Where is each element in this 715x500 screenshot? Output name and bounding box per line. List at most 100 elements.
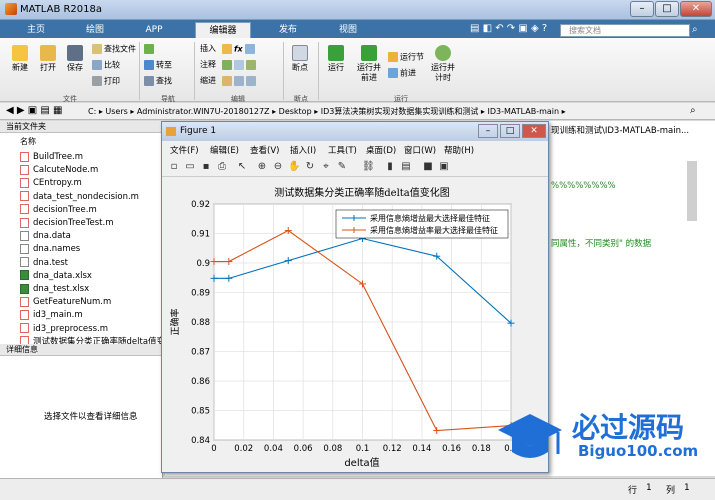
- compare-button[interactable]: 比较: [92, 60, 120, 71]
- insert-section-icon: [222, 44, 232, 54]
- colorbar-icon[interactable]: ▮: [384, 161, 396, 173]
- row-label: 行: [628, 486, 638, 496]
- minimize-button[interactable]: –: [630, 1, 654, 17]
- insert-icon: [245, 44, 256, 54]
- run-section-button[interactable]: 运行节: [388, 52, 424, 63]
- tab-editor[interactable]: 编辑器: [195, 22, 251, 38]
- tab-home[interactable]: 主页: [8, 22, 64, 38]
- nav-buttons[interactable]: ◀ ▶ ▣ ▤ ▦: [6, 105, 62, 116]
- file-list-item[interactable]: data_test_nondecision.m: [20, 191, 139, 203]
- y-axis-label: 正确率: [169, 308, 181, 335]
- save-figure-icon[interactable]: ▪: [200, 161, 212, 173]
- indent-tools-icons[interactable]: [222, 76, 258, 87]
- file-list-item[interactable]: id3_preprocess.m: [20, 323, 108, 335]
- file-name: decisionTree.m: [33, 204, 97, 215]
- menu-edit[interactable]: 编辑(E): [210, 144, 239, 156]
- legend-icon[interactable]: ▤: [400, 161, 412, 173]
- run-and-time-button[interactable]: 运行并 计时: [428, 45, 458, 83]
- comment-tools-icons[interactable]: [222, 60, 258, 71]
- menu-help[interactable]: 帮助(H): [444, 144, 474, 156]
- comment-button[interactable]: 注释: [200, 60, 216, 70]
- print-figure-icon[interactable]: ⎙: [216, 161, 228, 173]
- file-list-item[interactable]: dna.names: [20, 243, 80, 255]
- brush-icon[interactable]: ✎: [336, 161, 348, 173]
- tab-plots[interactable]: 绘图: [67, 22, 123, 38]
- code-line: 同属性，不同类别" 的数据: [551, 239, 652, 249]
- breadcrumb-item[interactable]: C:: [88, 107, 96, 116]
- rotate-3d-icon[interactable]: ↻: [304, 161, 316, 173]
- breadcrumb-item[interactable]: Users: [105, 107, 127, 116]
- breakpoints-button[interactable]: 断点: [288, 45, 312, 73]
- new-figure-icon[interactable]: ▫: [168, 161, 180, 173]
- run-button[interactable]: 运行: [324, 45, 348, 73]
- print-button[interactable]: 打印: [92, 76, 120, 87]
- zoom-out-icon[interactable]: ⊖: [272, 161, 284, 173]
- goto-icon: [144, 60, 154, 70]
- menu-window[interactable]: 窗口(W): [404, 144, 436, 156]
- file-list-item[interactable]: decisionTree.m: [20, 204, 97, 216]
- file-list-item[interactable]: CalcuteNode.m: [20, 164, 98, 176]
- x-axis-ticks: 0 0.02 0.04 0.06 0.08 0.1 0.12 0.14 0.16 0.18 0.2: [211, 444, 517, 454]
- current-folder-title: 当前文件夹: [0, 121, 163, 133]
- tab-publish[interactable]: 发布: [260, 22, 316, 38]
- tab-view[interactable]: 视图: [320, 22, 376, 38]
- indent-button[interactable]: 缩进: [200, 76, 216, 86]
- file-list-item[interactable]: dna.data: [20, 230, 71, 242]
- find-files-button[interactable]: 查找文件: [92, 44, 136, 55]
- search-icon[interactable]: ⌕: [692, 24, 698, 35]
- file-list-item[interactable]: dna_data.xlsx: [20, 270, 92, 282]
- run-and-advance-button[interactable]: 运行并 前进: [354, 45, 384, 83]
- breadcrumb-item[interactable]: ID3算法决策树实现对数据集实现训练和测试: [321, 107, 479, 116]
- menu-view[interactable]: 查看(V): [250, 144, 279, 156]
- figure-maximize-button[interactable]: □: [500, 124, 520, 138]
- edit-plot-icon[interactable]: ↖: [236, 161, 248, 173]
- zoom-in-icon[interactable]: ⊕: [256, 161, 268, 173]
- data-cursor-icon[interactable]: ⌖: [320, 161, 332, 173]
- search-documentation-input[interactable]: 搜索文档: [560, 24, 690, 37]
- breadcrumb-item[interactable]: Desktop: [279, 107, 312, 116]
- data-file-icon: [20, 257, 29, 268]
- save-button[interactable]: 保存: [63, 45, 87, 73]
- editor-scrollbar[interactable]: [687, 161, 697, 221]
- link-plot-icon[interactable]: ⛓: [362, 161, 375, 173]
- breadcrumb-item[interactable]: Administrator.WIN7U-20180127Z: [137, 107, 270, 116]
- pan-icon[interactable]: ✋: [288, 161, 300, 173]
- browse-folder-icon[interactable]: ⌕: [690, 105, 696, 116]
- watermark-brand: 必过源码: [572, 411, 685, 444]
- menu-insert[interactable]: 插入(I): [290, 144, 316, 156]
- find-button[interactable]: 查找: [144, 76, 172, 87]
- maximize-button[interactable]: □: [655, 1, 679, 17]
- edit-tools-icons[interactable]: fx: [222, 44, 257, 55]
- tab-apps[interactable]: APP: [126, 22, 182, 38]
- hide-plot-tools-icon[interactable]: ■: [422, 161, 434, 173]
- file-list-item[interactable]: GetFeatureNum.m: [20, 296, 111, 308]
- name-column-header[interactable]: 名称: [20, 136, 36, 147]
- menu-desktop[interactable]: 桌面(D): [366, 144, 396, 156]
- nav-arrows-button[interactable]: [144, 44, 156, 55]
- open-file-icon[interactable]: ▭: [184, 161, 196, 173]
- show-plot-tools-icon[interactable]: ▣: [438, 161, 450, 173]
- file-list-item[interactable]: dna.test: [20, 257, 68, 269]
- open-button[interactable]: 打开: [36, 45, 60, 73]
- new-button[interactable]: 新建: [8, 45, 32, 73]
- advance-button[interactable]: 前进: [388, 68, 416, 79]
- editor-tab-path[interactable]: 现训练和测试\ID3-MATLAB-main...: [551, 124, 689, 136]
- comment-icon: [222, 60, 232, 70]
- menu-file[interactable]: 文件(F): [170, 144, 199, 156]
- file-list-item[interactable]: BuildTree.m: [20, 151, 83, 163]
- file-list-item[interactable]: id3_main.m: [20, 309, 83, 321]
- legend-label: 采用信息熵增益最大选择最佳特征: [370, 213, 490, 223]
- breadcrumb-item[interactable]: ID3-MATLAB-main: [487, 107, 559, 116]
- insert-button[interactable]: 插入: [200, 44, 216, 54]
- close-button[interactable]: ✕: [680, 1, 712, 17]
- legend[interactable]: 采用信息熵增益最大选择最佳特征采用信息熵增益率最大选择最佳特征: [335, 209, 509, 239]
- file-list-item[interactable]: CEntropy.m: [20, 177, 82, 189]
- x-tick-label: 0.14: [412, 444, 431, 454]
- quick-access-icons[interactable]: ▤ ◧ ↶ ↷ ▣ ◈ ?: [470, 23, 547, 34]
- file-list-item[interactable]: decisionTreeTest.m: [20, 217, 113, 229]
- file-list-item[interactable]: dna_test.xlsx: [20, 283, 89, 295]
- figure-close-button[interactable]: ✕: [522, 124, 546, 138]
- goto-button[interactable]: 转至: [144, 60, 172, 71]
- menu-tools[interactable]: 工具(T): [328, 144, 357, 156]
- figure-minimize-button[interactable]: –: [478, 124, 498, 138]
